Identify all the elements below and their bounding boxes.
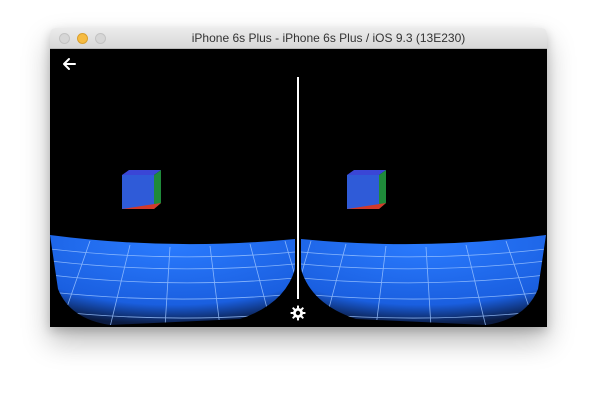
left-eye-view — [50, 170, 295, 325]
arrow-left-icon — [63, 58, 76, 70]
back-button[interactable] — [60, 55, 78, 73]
right-eye-view — [301, 170, 546, 325]
settings-button[interactable] — [290, 305, 306, 321]
gear-icon — [290, 305, 306, 321]
floor-plane — [301, 235, 546, 325]
minimize-window-button[interactable] — [77, 33, 88, 44]
simulator-stage: iPhone 6s Plus - iPhone 6s Plus / iOS 9.… — [0, 0, 597, 400]
close-window-button[interactable] — [59, 33, 70, 44]
simulator-window: iPhone 6s Plus - iPhone 6s Plus / iOS 9.… — [50, 28, 547, 327]
window-title: iPhone 6s Plus - iPhone 6s Plus / iOS 9.… — [191, 31, 466, 45]
floating-cube — [122, 170, 161, 209]
zoom-window-button[interactable] — [95, 33, 106, 44]
floating-cube — [347, 170, 386, 209]
floor-plane — [50, 235, 295, 325]
title-bar[interactable]: iPhone 6s Plus - iPhone 6s Plus / iOS 9.… — [50, 28, 547, 49]
stereo-divider — [297, 77, 299, 299]
vr-screen[interactable] — [50, 49, 547, 327]
